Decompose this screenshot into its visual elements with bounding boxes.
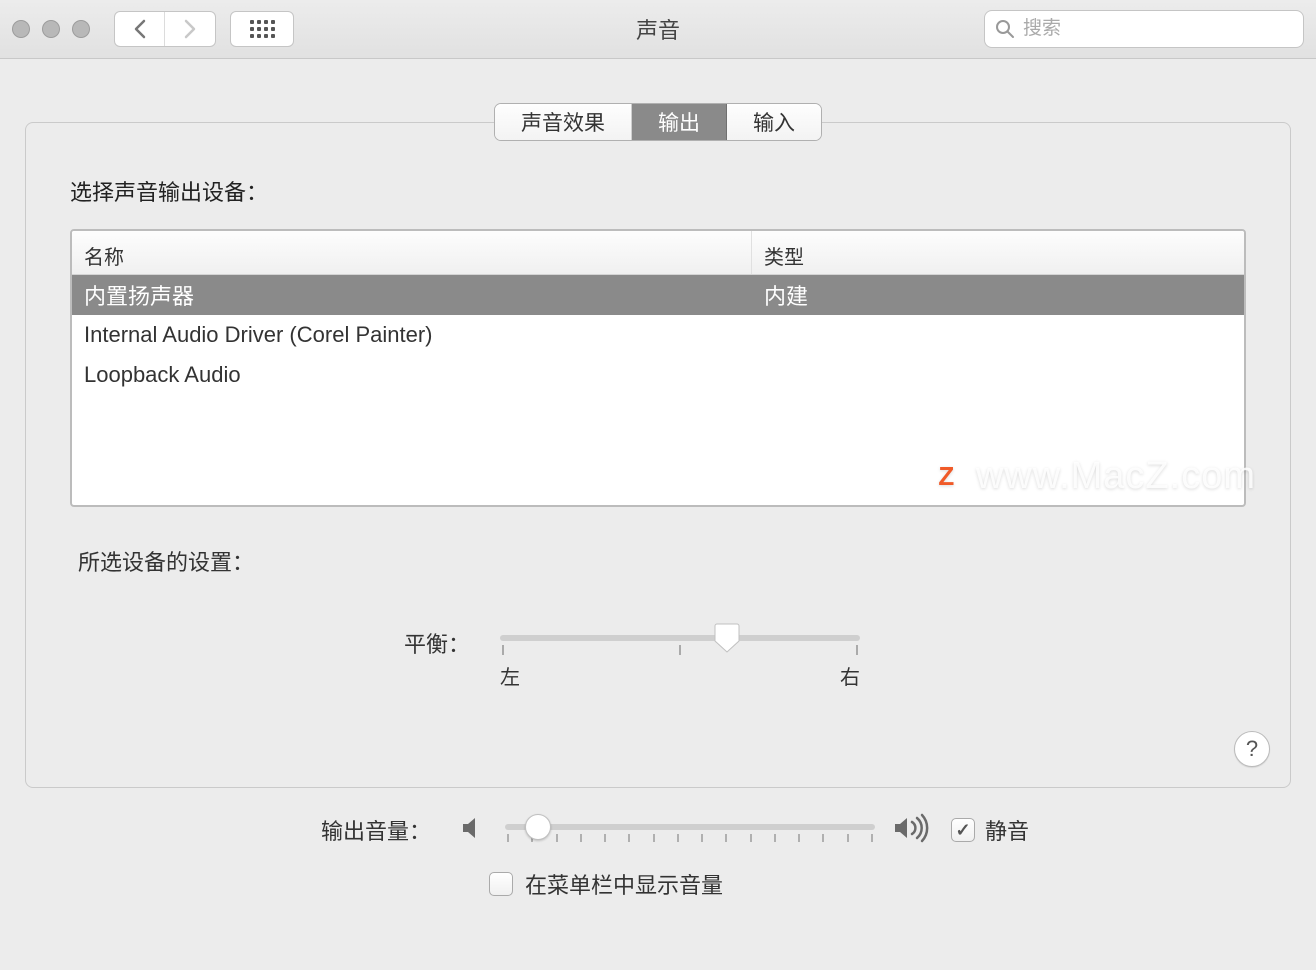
balance-control: 平衡： 左 右 (70, 625, 1246, 695)
output-volume-row: 输出音量： ✓ 静音 (69, 810, 1247, 850)
output-panel: 选择声音输出设备： 名称 类型 内置扬声器 内建 Internal Audio … (25, 122, 1291, 788)
back-button[interactable] (115, 12, 165, 46)
column-header-name[interactable]: 名称 (72, 231, 752, 274)
search-icon (995, 19, 1015, 39)
device-name: Loopback Audio (72, 362, 752, 388)
tab-sound-effects[interactable]: 声音效果 (495, 104, 632, 140)
search-input[interactable] (1023, 18, 1293, 40)
forward-button[interactable] (165, 12, 215, 46)
slider-labels: 左 右 (500, 661, 860, 690)
column-header-type[interactable]: 类型 (752, 231, 1244, 274)
slider-ticks (500, 645, 860, 655)
tab-bar: 声音效果 输出 输入 (0, 103, 1316, 141)
search-field[interactable] (984, 10, 1304, 48)
device-name: Internal Audio Driver (Corel Painter) (72, 322, 752, 348)
balance-left-label: 左 (500, 661, 520, 690)
volume-low-icon (459, 814, 487, 847)
table-row[interactable]: Internal Audio Driver (Corel Painter) (72, 315, 1244, 355)
device-name: 内置扬声器 (72, 279, 752, 311)
chevron-left-icon (133, 19, 147, 39)
slider-thumb[interactable] (714, 623, 740, 653)
minimize-window-button[interactable] (42, 20, 60, 38)
zoom-window-button[interactable] (72, 20, 90, 38)
show-volume-menubar-label: 在菜单栏中显示音量 (525, 868, 723, 900)
select-device-label: 选择声音输出设备： (70, 175, 1246, 207)
mute-label: 静音 (985, 814, 1029, 846)
balance-slider[interactable]: 左 右 (500, 625, 860, 695)
chevron-right-icon (183, 19, 197, 39)
table-row[interactable]: Loopback Audio (72, 355, 1244, 395)
help-button[interactable]: ? (1234, 731, 1270, 767)
tab-input[interactable]: 输入 (727, 104, 821, 140)
table-row[interactable]: 内置扬声器 内建 (72, 275, 1244, 315)
window-title: 声音 (636, 13, 680, 45)
settings-label: 所选设备的设置： (78, 545, 1246, 577)
balance-right-label: 右 (840, 661, 860, 690)
slider-thumb[interactable] (525, 814, 551, 840)
device-table: 名称 类型 内置扬声器 内建 Internal Audio Driver (Co… (70, 229, 1246, 507)
volume-high-icon (893, 813, 935, 848)
grid-icon (250, 20, 275, 38)
mute-checkbox[interactable]: ✓ 静音 (951, 814, 1029, 846)
nav-buttons (114, 11, 216, 47)
device-type: 内建 (752, 279, 1244, 311)
slider-track (505, 824, 875, 830)
show-volume-menubar-checkbox[interactable]: ✓ 在菜单栏中显示音量 (489, 868, 1247, 900)
output-volume-label: 输出音量： (69, 814, 459, 846)
checkbox-icon: ✓ (951, 818, 975, 842)
close-window-button[interactable] (12, 20, 30, 38)
checkbox-icon: ✓ (489, 872, 513, 896)
window-controls (12, 20, 90, 38)
table-body: 内置扬声器 内建 Internal Audio Driver (Corel Pa… (72, 275, 1244, 505)
table-header: 名称 类型 (72, 231, 1244, 275)
slider-track (500, 635, 860, 641)
toolbar: 声音 (0, 0, 1316, 59)
slider-ticks (505, 834, 875, 842)
balance-label: 平衡： (70, 625, 500, 659)
tab-output[interactable]: 输出 (632, 104, 727, 140)
show-all-button[interactable] (230, 11, 294, 47)
bottom-controls: 输出音量： ✓ 静音 ✓ 在菜单栏中显示音量 (25, 810, 1291, 900)
volume-slider[interactable] (505, 810, 875, 850)
